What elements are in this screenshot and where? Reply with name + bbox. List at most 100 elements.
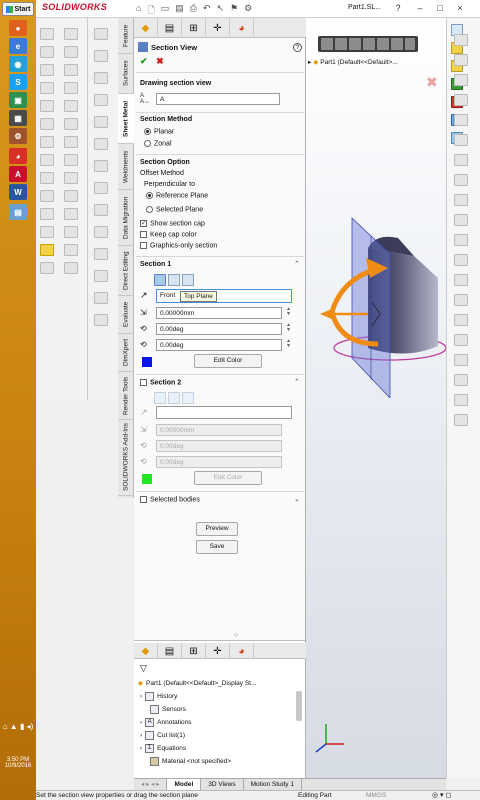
rebuild-icon[interactable]: ⚑	[230, 3, 238, 19]
command-icon[interactable]	[454, 114, 468, 126]
undo-icon[interactable]: ↶	[203, 3, 211, 19]
command-icon[interactable]	[40, 82, 54, 94]
chrome-taskbar-icon[interactable]: ◕	[9, 148, 27, 164]
tree-item-sensors[interactable]: Sensors	[150, 703, 186, 715]
app-taskbar-icon[interactable]: ◉	[9, 56, 27, 72]
command-icon[interactable]	[94, 50, 108, 62]
command-icon[interactable]	[94, 182, 108, 194]
section2-checkbox[interactable]: Section 2	[140, 379, 181, 386]
right-plane-button-icon[interactable]	[182, 274, 194, 286]
command-icon[interactable]	[454, 314, 468, 326]
command-icon[interactable]	[64, 244, 78, 256]
dimxpert-tab-icon[interactable]: ✛	[206, 643, 230, 659]
command-icon[interactable]	[94, 248, 108, 260]
tab-3d-views[interactable]: 3D Views	[201, 779, 244, 790]
appearance-tab-icon[interactable]: ◕	[230, 643, 254, 659]
section-name-input[interactable]: A	[156, 93, 280, 105]
status-icons[interactable]: ◎ ▾ ◻	[432, 791, 451, 799]
zonal-radio[interactable]: Zonal	[144, 140, 172, 147]
tree-item-cut-list[interactable]: › Cut list(1)	[140, 729, 185, 741]
command-icon[interactable]	[40, 226, 54, 238]
command-icon[interactable]	[40, 172, 54, 184]
expand-arrow-icon[interactable]: ›	[140, 693, 142, 700]
command-icon[interactable]	[40, 100, 54, 112]
command-icon[interactable]	[40, 190, 54, 202]
more-icon[interactable]	[405, 38, 415, 50]
command-icon[interactable]	[94, 160, 108, 172]
command-icon[interactable]	[454, 154, 468, 166]
command-icon[interactable]	[94, 204, 108, 216]
expand-chevron-icon[interactable]: ⌄	[294, 495, 300, 503]
command-icon[interactable]	[454, 234, 468, 246]
command-icon[interactable]	[40, 118, 54, 130]
section1-edit-color-button[interactable]: Edit Color	[194, 354, 262, 368]
cancel-confirm-corner-icon[interactable]: ✖	[426, 74, 438, 91]
expand-arrow-icon[interactable]: ›	[140, 719, 142, 726]
planar-radio[interactable]: Planar	[144, 128, 174, 135]
command-icon[interactable]	[40, 262, 54, 274]
tab-dimxpert[interactable]: DimXpert	[118, 334, 134, 372]
top-plane-button-icon[interactable]	[168, 274, 180, 286]
propertymanager-tab-icon[interactable]: ▤	[158, 643, 182, 659]
cancel-x-icon[interactable]: ✖	[156, 56, 164, 66]
angle2-spinner[interactable]: ▲ ▼	[286, 339, 291, 349]
firefox-taskbar-icon[interactable]: ●	[9, 20, 27, 36]
status-units[interactable]: MMGS	[366, 792, 386, 799]
featuremanager-tab-icon[interactable]: ◆	[134, 18, 158, 38]
tab-sheet-metal[interactable]: Sheet Metal	[118, 94, 134, 144]
command-icon[interactable]	[94, 116, 108, 128]
tab-model[interactable]: Model	[167, 779, 202, 790]
tree-item-history[interactable]: › History	[140, 690, 177, 702]
command-icon[interactable]	[94, 28, 108, 40]
selected-plane-radio[interactable]: Selected Plane	[146, 206, 203, 213]
breadcrumb[interactable]: ▸ ◆ Part1 (Default<<Default>...	[308, 58, 398, 67]
tree-item-annotations[interactable]: › A Annotations	[140, 716, 192, 728]
command-icon[interactable]	[64, 262, 78, 274]
close-button[interactable]: ×	[454, 2, 466, 14]
app-taskbar-icon[interactable]: ▣	[9, 92, 27, 108]
rotation-x-input[interactable]: 0.00deg	[156, 323, 282, 335]
offset-distance-input[interactable]: 0.00000mm	[156, 307, 282, 319]
home-icon[interactable]: ⌂	[136, 3, 141, 19]
command-icon[interactable]	[64, 190, 78, 202]
command-icon[interactable]	[64, 226, 78, 238]
minimize-button[interactable]: –	[414, 2, 426, 14]
new-document-icon[interactable]: 🗋	[147, 3, 154, 19]
clock-date[interactable]: 10/9/2016	[0, 763, 36, 769]
display-style-icon[interactable]	[391, 38, 403, 50]
command-icon[interactable]	[64, 28, 78, 40]
command-icon[interactable]	[454, 74, 468, 86]
tab-surfaces[interactable]: Surfaces	[118, 54, 134, 94]
collapse-chevron-icon[interactable]: ⌃	[294, 378, 300, 386]
reference-plane-radio[interactable]: Reference Plane	[146, 192, 208, 199]
save-icon[interactable]: ▤	[175, 3, 184, 19]
command-icon[interactable]	[94, 270, 108, 282]
command-icon[interactable]	[64, 208, 78, 220]
preview-button[interactable]: Preview	[196, 522, 238, 536]
command-icon[interactable]	[64, 118, 78, 130]
command-icon[interactable]	[40, 154, 54, 166]
command-icon[interactable]	[40, 136, 54, 148]
tab-motion-study[interactable]: Motion Study 1	[244, 779, 302, 790]
tab-render-tools[interactable]: Render Tools	[118, 372, 134, 420]
tray-icons[interactable]: ⌂ ▲ ▮ ◂)	[0, 722, 36, 731]
options-icon[interactable]: ⚙	[244, 3, 252, 19]
word-taskbar-icon[interactable]: W	[9, 184, 27, 200]
command-icon[interactable]	[454, 94, 468, 106]
command-icon[interactable]	[454, 194, 468, 206]
acrobat-taskbar-icon[interactable]: A	[9, 166, 27, 182]
configuration-tab-icon[interactable]: ⊞	[182, 643, 206, 659]
tab-data-migration[interactable]: Data Migration	[118, 190, 134, 246]
command-icon[interactable]	[40, 208, 54, 220]
expand-arrow-icon[interactable]: ›	[140, 745, 142, 752]
command-icon[interactable]	[454, 54, 468, 66]
show-section-cap-checkbox[interactable]: ✓ Show section cap	[140, 220, 205, 227]
command-icon[interactable]	[94, 314, 108, 326]
tab-evaluate[interactable]: Evaluate	[118, 296, 134, 334]
propertymanager-tab-icon[interactable]: ▤	[158, 18, 182, 38]
previous-view-icon[interactable]	[349, 38, 361, 50]
appearance-tab-icon[interactable]: ◕	[230, 18, 254, 38]
command-icon[interactable]	[40, 64, 54, 76]
front-plane-button-icon[interactable]	[154, 274, 166, 286]
command-icon[interactable]	[454, 214, 468, 226]
